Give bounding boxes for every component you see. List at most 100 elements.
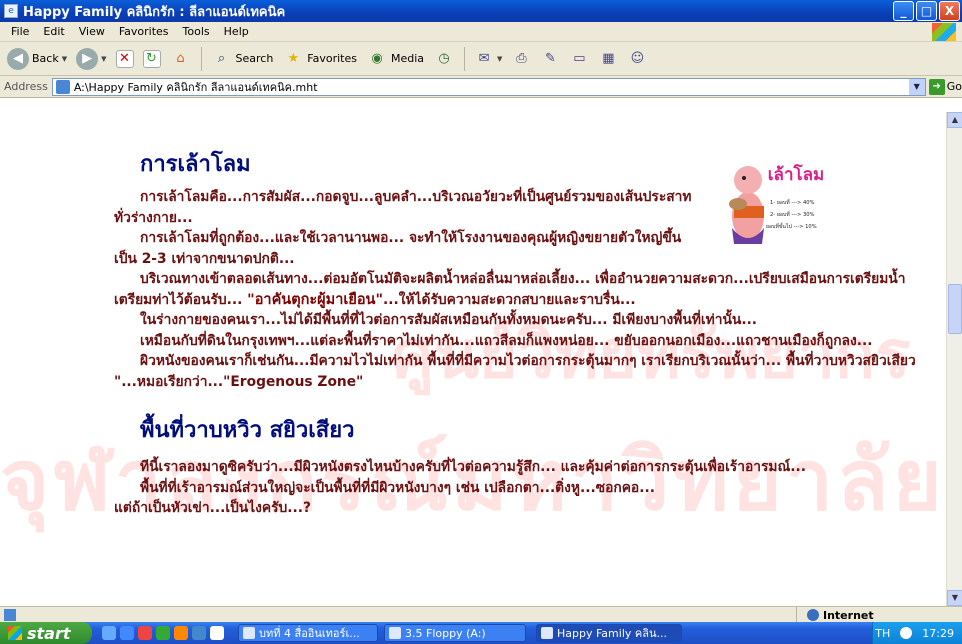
refresh-button[interactable]: ↻ — [140, 45, 164, 73]
standard-toolbar: ◀ Back ▼ ▶ ▼ ✕ ↻ ⌂ ⌕ Search ★ Favorites … — [0, 42, 962, 76]
app-quicklaunch-icon[interactable] — [174, 626, 188, 640]
app-quicklaunch-icon[interactable] — [192, 626, 206, 640]
status-page-icon — [4, 608, 16, 621]
illustration-line-1: 1- ยอบที่ ---> 40% — [770, 199, 815, 206]
minimize-button[interactable]: _ — [893, 1, 914, 21]
word-quicklaunch-icon[interactable] — [210, 626, 224, 640]
close-button[interactable]: X — [939, 1, 960, 21]
scroll-up-icon[interactable]: ▲ — [947, 112, 962, 128]
print-button[interactable]: ⎙ — [508, 45, 534, 73]
taskbar-item-floppy[interactable]: 3.5 Floppy (A:) — [384, 624, 526, 642]
search-icon: ⌕ — [217, 50, 226, 66]
vertical-scrollbar[interactable]: ▲ ▼ — [946, 112, 962, 606]
messenger-icon: ☺ — [630, 50, 645, 66]
taskbar-item-word[interactable]: บทที่ 4 สื่ออินเทอร์เ... — [238, 624, 378, 642]
heading-erogenous-zone: พื้นที่วาบหวิว สยิวเสียว — [140, 418, 355, 443]
paragraph: ในร่างกายของคนเรา...ไม่ได้มีพื้นที่ที่ไว… — [140, 312, 758, 328]
title-bar[interactable]: e Happy Family คลินิกรัก : ลีลาแอนด์เทคน… — [0, 0, 962, 22]
menu-help[interactable]: Help — [217, 25, 256, 38]
address-dropdown-icon[interactable]: ▼ — [908, 78, 925, 95]
foreplay-cartoon-illustration: เล้าโลม 1- ยอบที่ ---> 40% 2- ยอบที่ ---… — [729, 164, 825, 244]
forward-dropdown-icon[interactable]: ▼ — [101, 55, 106, 63]
back-label: Back — [32, 52, 59, 65]
go-label: Go — [946, 80, 962, 93]
edit-button[interactable]: ✎ — [537, 45, 563, 73]
menu-edit[interactable]: Edit — [36, 25, 71, 38]
system-tray: TH 17:29 — [872, 622, 962, 644]
stop-button[interactable]: ✕ — [113, 45, 137, 73]
scroll-thumb[interactable] — [948, 284, 962, 334]
back-button[interactable]: ◀ Back ▼ — [4, 45, 70, 73]
ie-page-icon: e — [4, 4, 18, 18]
illustration-line-3: ยอบที่ขั้นไป ---> 10% — [766, 222, 817, 230]
media-icon: ◉ — [371, 50, 383, 66]
print-icon: ⎙ — [516, 50, 527, 66]
clock: 17:29 — [922, 626, 954, 640]
word-doc-icon — [243, 627, 255, 639]
back-arrow-icon: ◀ — [7, 47, 29, 70]
paragraph: บริเวณทางเข้าตลอดเส้นทาง...ต่อมอัตโนมัติ… — [114, 271, 906, 308]
menu-bar: File Edit View Favorites Tools Help — [0, 22, 962, 42]
quicklaunch-icon[interactable] — [102, 626, 116, 640]
menu-tools[interactable]: Tools — [176, 25, 217, 38]
illustration-line-2: 2- ยอบที่ ---> 30% — [770, 211, 815, 218]
quick-launch — [102, 626, 224, 640]
ie-quicklaunch-icon[interactable] — [120, 626, 134, 640]
paragraph: แต่ถ้าเป็นหัวเข่า...เป็นไงครับ...? — [114, 500, 312, 516]
messenger-button[interactable]: ☺ — [624, 45, 650, 73]
folder-icon — [389, 627, 401, 639]
menu-file[interactable]: File — [4, 25, 36, 38]
history-button[interactable]: ◷ — [430, 45, 458, 73]
volume-icon[interactable] — [900, 627, 913, 639]
menu-view[interactable]: View — [72, 25, 112, 38]
menu-favorites[interactable]: Favorites — [112, 25, 176, 38]
search-button[interactable]: ⌕ Search — [208, 45, 277, 73]
forward-button[interactable]: ▶ ▼ — [73, 45, 109, 73]
home-icon: ⌂ — [176, 50, 185, 66]
history-icon: ◷ — [438, 50, 450, 66]
page-icon — [55, 79, 70, 94]
mail-button[interactable]: ✉ ▼ — [471, 45, 505, 73]
go-button[interactable]: ➜ Go — [928, 78, 962, 95]
media-label: Media — [391, 52, 425, 65]
go-arrow-icon: ➜ — [928, 78, 945, 95]
start-label: start — [27, 623, 71, 643]
page-content[interactable]: ศูนย์วิทยทรัพยากร จุฬาลงกรณ์มหาวิทยาลัย … — [0, 112, 946, 606]
favorites-button[interactable]: ★ Favorites — [279, 45, 360, 73]
illustration-title: เล้าโลม — [768, 164, 825, 185]
toolbar-separator — [200, 46, 202, 71]
research-icon: ▦ — [602, 50, 615, 66]
ie-page-icon — [541, 627, 553, 639]
address-input[interactable]: A:\Happy Family คลินิกรัก ลีลาแอนด์เทคนิ… — [51, 77, 926, 96]
toolbar-separator — [464, 46, 466, 71]
status-bar: Internet — [0, 606, 962, 623]
taskbar: start บทที่ 4 สื่ออินเทอร์เ... 3.5 Flopp… — [0, 622, 962, 644]
language-indicator[interactable]: TH — [875, 627, 890, 640]
address-bar: Address A:\Happy Family คลินิกรัก ลีลาแอ… — [0, 76, 962, 98]
home-button[interactable]: ⌂ — [167, 45, 195, 73]
paragraph: ทีนี้เราลองมาดูซิครับว่า...มีผิวหนังตรงไ… — [140, 459, 807, 475]
paragraph: เหมือนกับที่ดินในกรุงเทพฯ...แต่ละพื้นที่… — [140, 332, 873, 349]
media-button[interactable]: ◉ Media — [363, 45, 427, 73]
windows-logo-icon — [932, 23, 956, 41]
mail-dropdown-icon[interactable]: ▼ — [497, 55, 502, 63]
favorites-label: Favorites — [307, 52, 357, 65]
folder-button[interactable]: ▭ — [566, 45, 592, 73]
search-label: Search — [235, 52, 274, 65]
windows-flag-icon — [8, 626, 22, 640]
taskbar-item-ie[interactable]: Happy Family คลิน... — [536, 624, 682, 642]
folder-icon: ▭ — [573, 50, 586, 66]
app-quicklaunch-icon[interactable] — [156, 626, 170, 640]
paragraph: การเล้าโลมที่ถูกต้อง...และใช้เวลานานพอ..… — [114, 230, 682, 267]
forward-arrow-icon: ▶ — [76, 47, 99, 70]
start-button[interactable]: start — [0, 622, 92, 644]
refresh-icon: ↻ — [142, 49, 161, 68]
back-dropdown-icon[interactable]: ▼ — [62, 55, 67, 63]
research-button[interactable]: ▦ — [595, 45, 621, 73]
scroll-down-icon[interactable]: ▼ — [947, 590, 962, 606]
address-value: A:\Happy Family คลินิกรัก ลีลาแอนด์เทคนิ… — [73, 80, 318, 94]
zone-block: ทีนี้เราลองมาดูซิครับว่า...มีผิวหนังตรงไ… — [114, 457, 922, 519]
maximize-button[interactable]: □ — [916, 1, 937, 21]
window-controls: _ □ X — [893, 1, 960, 21]
app-quicklaunch-icon[interactable] — [138, 626, 152, 640]
